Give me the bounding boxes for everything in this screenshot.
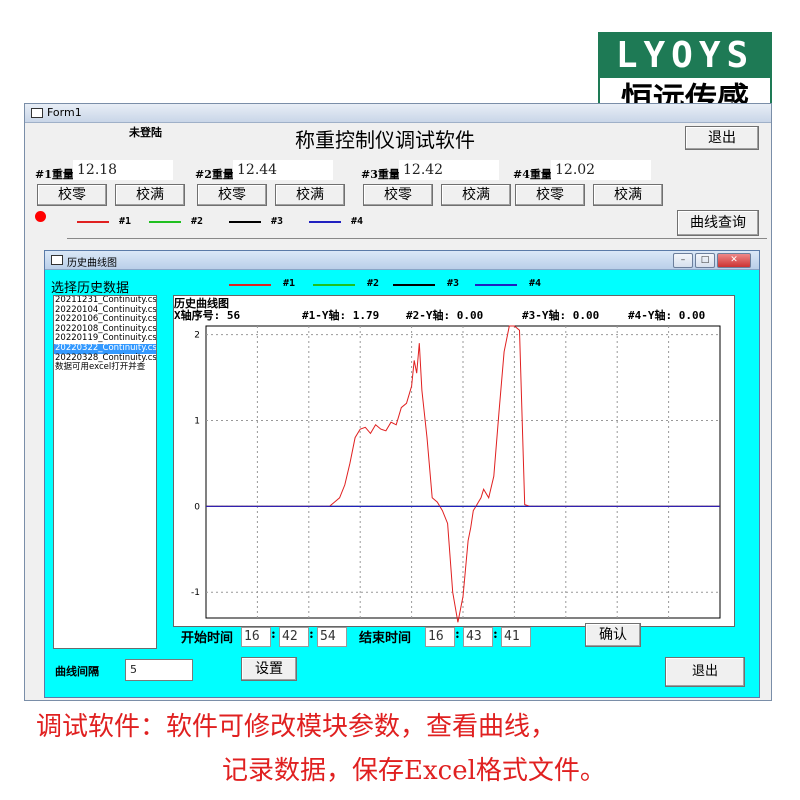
main-window-title: Form1 [47,106,82,119]
zero-calibrate-button[interactable]: 校零 [515,184,585,206]
confirm-button[interactable]: 确认 [585,623,641,647]
end-hour-input[interactable]: 16 [425,627,455,647]
close-button[interactable]: ✕ [717,253,751,268]
history-window: 历史曲线图 – □ ✕ 选择历史数据 #1 #2 #3 #4 20211231_… [44,250,760,698]
start-second-input[interactable]: 54 [317,627,347,647]
end-second-input[interactable]: 41 [501,627,531,647]
history-chart: 历史曲线图 X轴序号: 56 #1-Y轴: 1.79 #2-Y轴: 0.00 #… [173,295,735,627]
channel-weight-value[interactable]: 12.02 [551,160,651,180]
legend-swatch [393,284,435,286]
legend-swatch [77,221,109,223]
curve-query-button[interactable]: 曲线查询 [677,210,759,236]
legend-label: #1 [119,216,132,227]
full-calibrate-button[interactable]: 校满 [115,184,185,206]
full-calibrate-button[interactable]: 校满 [441,184,511,206]
legend-label: #3 [271,216,284,227]
channel-weight-label: #4重量 [513,168,552,181]
legend-swatch [309,221,341,223]
caption-line-1: 调试软件：软件可修改模块参数，查看曲线， [36,712,557,742]
select-history-label: 选择历史数据 [51,281,130,296]
legend-label: #4 [351,216,364,227]
legend-swatch [229,284,271,286]
zero-calibrate-button[interactable]: 校零 [363,184,433,206]
channel-weight-label: #2重量 [195,168,234,181]
zero-calibrate-button[interactable]: 校零 [37,184,107,206]
channel-weight-value[interactable]: 12.44 [233,160,333,180]
time-separator: : [271,627,276,642]
time-separator: : [455,627,460,642]
y-tick-label: 0 [194,502,200,512]
set-button[interactable]: 设置 [241,657,297,681]
legend-swatch [229,221,261,223]
maximize-button[interactable]: □ [695,253,715,268]
time-separator: : [309,627,314,642]
divider [67,238,767,239]
app-title: 称重控制仪调试软件 [295,128,475,152]
channel-weight-label: #1重量 [35,168,74,181]
legend-label: #3 [447,278,460,289]
minimize-button[interactable]: – [673,253,693,268]
history-file-item[interactable]: 数据可用excel打开并查 [54,363,156,373]
history-exit-button[interactable]: 退出 [665,657,745,687]
legend-label: #2 [367,278,380,289]
chart-plot: 2 1 0 -1 [191,325,721,623]
legend-label: #1 [283,278,296,289]
login-status: 未登陆 [129,126,162,139]
legend-label: #4 [529,278,542,289]
legend-swatch [149,221,181,223]
history-window-titlebar[interactable]: 历史曲线图 – □ ✕ [45,251,759,270]
full-calibrate-button[interactable]: 校满 [275,184,345,206]
channel-weight-label: #3重量 [361,168,400,181]
caption-line-2: 记录数据，保存Excel格式文件。 [222,756,606,786]
status-indicator [35,211,46,222]
zero-calibrate-button[interactable]: 校零 [197,184,267,206]
main-window-titlebar[interactable]: Form1 [25,104,771,123]
time-separator: : [493,627,498,642]
start-minute-input[interactable]: 42 [279,627,309,647]
y-tick-label: 1 [194,416,200,426]
y-tick-label: 2 [194,331,200,341]
start-time-label: 开始时间 [181,631,234,646]
legend-swatch [313,284,355,286]
legend-label: #2 [191,216,204,227]
end-minute-input[interactable]: 43 [463,627,493,647]
full-calibrate-button[interactable]: 校满 [593,184,663,206]
end-time-label: 结束时间 [359,631,412,646]
history-file-list[interactable]: 20211231_Continuity.csv 20220104_Continui… [53,295,157,649]
history-window-title: 历史曲线图 [67,258,117,269]
window-icon [51,255,63,265]
y-tick-label: -1 [191,588,200,598]
exit-button[interactable]: 退出 [685,126,759,150]
curve-interval-input[interactable]: 5 [125,659,193,681]
channel-weight-value[interactable]: 12.18 [73,160,173,180]
legend-swatch [475,284,517,286]
logo-text-top: LYOYS [600,34,770,78]
window-icon [31,108,43,118]
curve-interval-label: 曲线间隔 [55,665,99,678]
start-hour-input[interactable]: 16 [241,627,271,647]
channel-weight-value[interactable]: 12.42 [399,160,499,180]
